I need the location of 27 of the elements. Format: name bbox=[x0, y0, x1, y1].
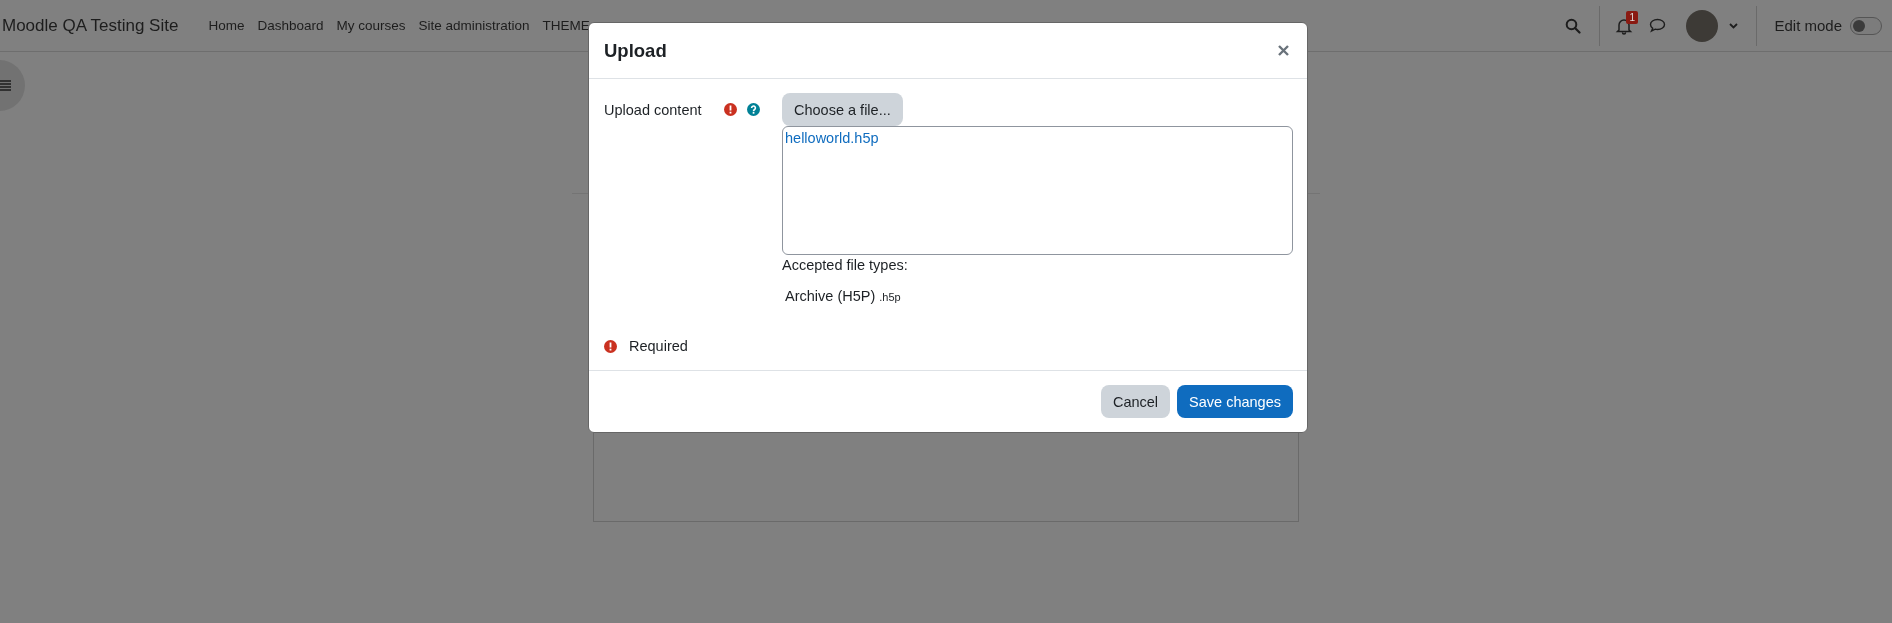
avatar[interactable] bbox=[1686, 9, 1719, 42]
menu-icon bbox=[0, 80, 11, 91]
cancel-button[interactable]: Cancel bbox=[1100, 385, 1171, 418]
required-icon bbox=[604, 339, 617, 353]
accepted-types-label: Accepted file types: bbox=[782, 257, 908, 273]
required-note: Required bbox=[629, 338, 688, 354]
search-icon[interactable] bbox=[1565, 17, 1582, 34]
nav-link[interactable]: My courses bbox=[336, 18, 406, 33]
nav-link[interactable]: Site administration bbox=[418, 18, 530, 33]
dialog-title: Upload bbox=[604, 39, 667, 62]
file-link[interactable]: helloworld.h5p bbox=[785, 130, 879, 146]
nav-link[interactable]: Dashboard bbox=[257, 18, 324, 33]
nav-link[interactable]: THEME bbox=[542, 18, 590, 33]
nav-link[interactable]: Home bbox=[208, 18, 245, 33]
chat-icon[interactable] bbox=[1649, 18, 1667, 33]
caret-icon[interactable] bbox=[1729, 22, 1739, 29]
file-type-extension: .h5p bbox=[879, 291, 901, 303]
edit-mode-toggle[interactable] bbox=[1850, 16, 1882, 35]
save-button[interactable]: Save changes bbox=[1177, 385, 1293, 418]
field-label: Upload content bbox=[604, 101, 703, 118]
site-name[interactable]: Moodle QA Testing Site bbox=[2, 15, 179, 36]
file-type-name: Archive (H5P) bbox=[785, 288, 876, 304]
close-icon[interactable] bbox=[1278, 45, 1289, 56]
choose-file-button[interactable]: Choose a file... bbox=[782, 93, 903, 126]
edit-mode-label: Edit mode bbox=[1774, 17, 1842, 34]
help-icon[interactable] bbox=[747, 103, 760, 116]
notification-count: 1 bbox=[1626, 10, 1638, 24]
